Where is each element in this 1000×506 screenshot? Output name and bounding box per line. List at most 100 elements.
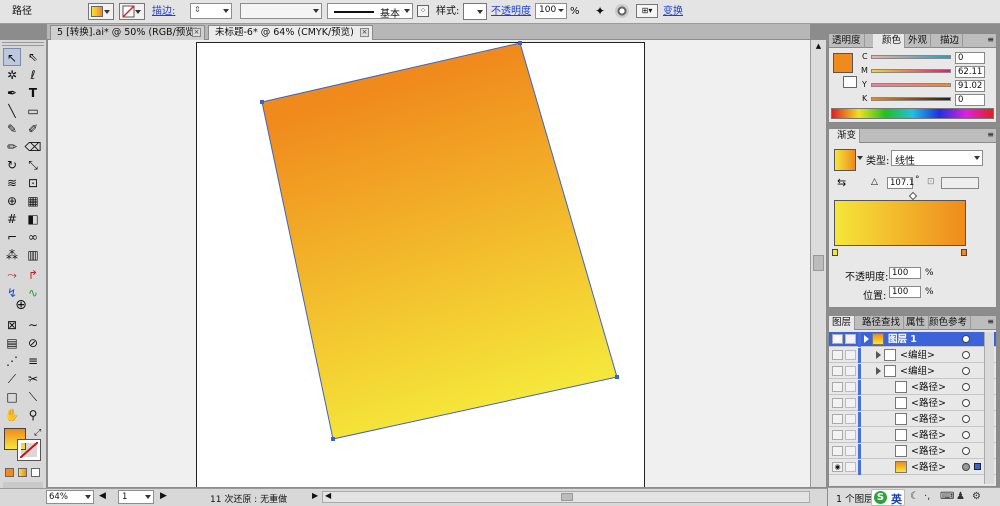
black-field[interactable]: 0 bbox=[955, 94, 985, 106]
target-circle-icon[interactable] bbox=[962, 383, 970, 391]
close-icon[interactable]: × bbox=[360, 28, 369, 37]
visibility-eye-icon[interactable] bbox=[832, 350, 843, 360]
visibility-eye-icon[interactable] bbox=[832, 430, 843, 440]
target-circle-icon[interactable] bbox=[962, 367, 970, 375]
shape-builder-tool-icon[interactable]: ⊕ bbox=[3, 192, 21, 210]
close-icon[interactable]: × bbox=[192, 28, 201, 37]
stroke-swatch-button[interactable] bbox=[119, 3, 145, 20]
tab-color-guide[interactable]: 颜色参考 bbox=[926, 316, 972, 330]
vertical-scrollbar[interactable]: ▲ bbox=[810, 40, 826, 487]
aspect-ratio-field[interactable] bbox=[941, 177, 979, 189]
recolor-artwork-icon[interactable]: ✦ bbox=[590, 3, 610, 20]
direct-selection-tool-icon[interactable]: ⇖ bbox=[24, 48, 42, 66]
eyedropper-tool-icon[interactable]: ⌐ bbox=[3, 228, 21, 246]
lock-toggle[interactable] bbox=[845, 366, 856, 376]
target-circle-icon[interactable] bbox=[962, 415, 970, 423]
visibility-eye-icon[interactable] bbox=[832, 366, 843, 376]
blob-brush-tool-icon[interactable]: ✏ bbox=[3, 138, 21, 156]
first-artboard-icon[interactable]: ◀ bbox=[99, 491, 106, 501]
panel-menu-icon[interactable]: ≡ bbox=[987, 130, 994, 139]
anchor-point[interactable] bbox=[331, 437, 335, 441]
canvas-area[interactable] bbox=[48, 40, 810, 487]
gradient-stop-start[interactable] bbox=[832, 249, 838, 256]
tab-pathfinder[interactable]: 路径查找 bbox=[859, 316, 905, 330]
cyan-slider[interactable] bbox=[871, 55, 951, 59]
anchor-point[interactable] bbox=[518, 41, 522, 45]
envelope-tool-icon[interactable]: ⊠ bbox=[3, 316, 21, 334]
target-circle-icon[interactable] bbox=[962, 335, 970, 343]
perspective-grid-tool-icon[interactable]: ▦ bbox=[24, 192, 42, 210]
lock-toggle[interactable] bbox=[845, 382, 856, 392]
none-mode-button[interactable] bbox=[31, 468, 40, 477]
gradient-rectangle[interactable] bbox=[261, 42, 618, 440]
warp-tool-icon[interactable]: ≋ bbox=[3, 174, 21, 192]
lock-toggle[interactable] bbox=[845, 446, 856, 456]
path-effect-tool-icon[interactable]: ⋰ bbox=[3, 352, 21, 370]
gradient-ramp[interactable] bbox=[834, 200, 966, 246]
swap-colors-icon[interactable]: ⤢ bbox=[34, 428, 41, 438]
lock-toggle[interactable] bbox=[845, 414, 856, 424]
align-icon[interactable]: ⊞▾ bbox=[636, 4, 658, 18]
gradient-preview-swatch[interactable] bbox=[834, 149, 856, 171]
tab-layers[interactable]: 图层 bbox=[829, 316, 856, 330]
black-slider[interactable] bbox=[871, 97, 951, 101]
lock-toggle[interactable] bbox=[845, 334, 856, 344]
ime-keyboard-icon[interactable]: ⌨ bbox=[940, 491, 954, 502]
rotate-tool-icon[interactable]: ↻ bbox=[3, 156, 21, 174]
stroke-weight-field[interactable]: ⇕ bbox=[190, 3, 232, 19]
ime-toolbar[interactable]: S 英 bbox=[871, 489, 905, 506]
paintbrush-tool-icon[interactable]: ✎ bbox=[3, 120, 21, 138]
lock-toggle[interactable] bbox=[845, 350, 856, 360]
opacity-link[interactable]: 不透明度 bbox=[491, 6, 531, 18]
zoom-tool-icon[interactable]: ⚲ bbox=[24, 406, 42, 424]
expand-triangle-icon[interactable] bbox=[876, 367, 881, 375]
rectangle-tool-icon[interactable]: ▭ bbox=[24, 102, 42, 120]
isolate-icon[interactable] bbox=[615, 4, 629, 18]
scroll-up-icon[interactable]: ▲ bbox=[813, 42, 824, 52]
knife-tool-icon[interactable]: ⊘ bbox=[24, 334, 42, 352]
target-circle-icon[interactable] bbox=[962, 351, 970, 359]
visibility-eye-icon[interactable]: ◉ bbox=[832, 334, 843, 344]
tab-stroke[interactable]: 描边 bbox=[937, 34, 964, 48]
opacity-field[interactable]: 100 bbox=[535, 3, 567, 19]
stroke-color-box[interactable] bbox=[17, 439, 41, 461]
stroke-swatch[interactable] bbox=[843, 76, 857, 88]
anchor-point[interactable] bbox=[260, 100, 264, 104]
angle-field[interactable]: 107.1 bbox=[887, 177, 914, 189]
yellow-field[interactable]: 91.02 bbox=[955, 80, 985, 92]
brush-dropdown[interactable]: 基本 bbox=[327, 3, 413, 20]
lock-toggle[interactable] bbox=[845, 462, 856, 472]
slice-tool-icon[interactable]: ⟋ bbox=[3, 370, 21, 388]
lock-toggle[interactable] bbox=[845, 398, 856, 408]
next-artboard-icon[interactable]: ▶ bbox=[160, 491, 167, 501]
magenta-slider[interactable] bbox=[871, 69, 951, 73]
tab-untitled-6[interactable]: 未标题-6* @ 64% (CMYK/预览) × bbox=[208, 25, 373, 40]
add-anchor-tool-icon[interactable]: ⤳ bbox=[3, 266, 21, 284]
layer-row[interactable]: <路径> bbox=[829, 380, 996, 395]
blend-tool-icon[interactable]: ∞ bbox=[24, 228, 42, 246]
target-circle-icon[interactable] bbox=[962, 463, 970, 471]
layer-row[interactable]: <路径> bbox=[829, 444, 996, 459]
tab-color[interactable]: 颜色 bbox=[873, 34, 906, 48]
visibility-eye-icon[interactable] bbox=[832, 382, 843, 392]
ime-user-icon[interactable]: ♟ bbox=[956, 491, 965, 502]
target-circle-icon[interactable] bbox=[962, 447, 970, 455]
ime-settings-icon[interactable]: ⚙ bbox=[972, 491, 981, 502]
panel-menu-icon[interactable]: ≡ bbox=[987, 317, 994, 326]
magic-wand-tool-icon[interactable]: ✲ bbox=[3, 66, 21, 84]
layer-row[interactable]: <路径> bbox=[829, 396, 996, 411]
hand-tool-icon[interactable]: ✋ bbox=[3, 406, 21, 424]
recolor-icon[interactable]: ⁘ bbox=[417, 5, 429, 17]
curvature-tool-icon[interactable]: ↱ bbox=[24, 266, 42, 284]
scissors-tool-icon[interactable]: ✂ bbox=[24, 370, 42, 388]
line-tool-icon[interactable]: ╲ bbox=[3, 102, 21, 120]
layer-row[interactable]: <路径> bbox=[829, 412, 996, 427]
gradient-type-dropdown[interactable]: 线性 bbox=[891, 150, 983, 167]
cyan-field[interactable]: 0 bbox=[955, 52, 985, 64]
symbol-sprayer-tool-icon[interactable]: ⁂ bbox=[3, 246, 21, 264]
wave-tool-icon[interactable]: ∼ bbox=[24, 316, 42, 334]
color-spectrum-bar[interactable] bbox=[831, 108, 994, 119]
selection-tool-icon[interactable]: ↖ bbox=[3, 48, 21, 66]
stop-location-field[interactable]: 100 bbox=[889, 286, 921, 298]
magenta-field[interactable]: 62.11 bbox=[955, 66, 985, 78]
